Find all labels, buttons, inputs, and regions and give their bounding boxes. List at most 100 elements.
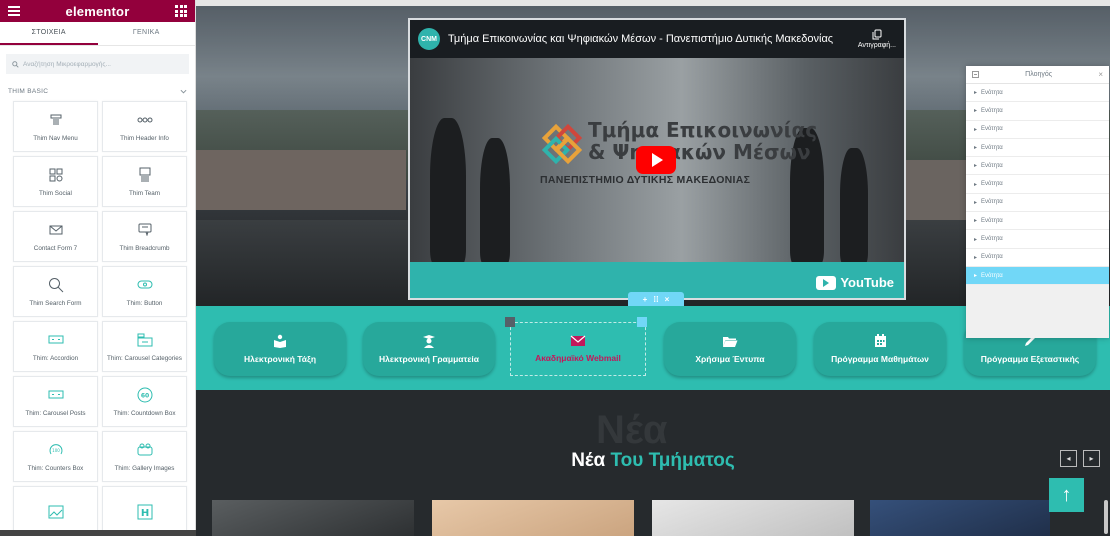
accordion-icon <box>48 332 64 348</box>
expand-arrow-icon[interactable]: ▸ <box>974 199 977 206</box>
channel-avatar[interactable]: CNM <box>418 28 440 50</box>
drag-section-icon[interactable]: ⁞⁞ <box>653 295 658 304</box>
prev-arrow-icon[interactable]: ◂ <box>1060 450 1077 467</box>
video-thumbnail[interactable]: Τμήμα Επικοινωνίας & Ψηφιακών Μέσων ΠΑΝΕ… <box>410 58 904 264</box>
widget-label: Thim: Accordion <box>32 354 79 362</box>
collapse-all-icon[interactable] <box>972 71 979 78</box>
expand-arrow-icon[interactable]: ▸ <box>974 126 977 133</box>
scrollbar[interactable] <box>1103 0 1110 536</box>
quicklink-e-secretariat[interactable]: Ηλεκτρονική Γραμματεία <box>363 322 495 376</box>
widget-label: Thim Team <box>128 189 161 197</box>
play-button-icon[interactable] <box>636 146 676 174</box>
navigator-item[interactable]: ▸ Ενότητα <box>966 120 1109 139</box>
news-title: Νέα Του Τμήματος <box>196 450 1110 472</box>
back-to-top-button[interactable]: ↑ <box>1049 478 1084 512</box>
tab-global[interactable]: ΓΕΝΙΚΑ <box>98 22 196 45</box>
widget-thim-header-info[interactable]: Thim Header Info <box>102 101 187 152</box>
video-header: CNM Τμήμα Επικοινωνίας και Ψηφιακών Μέσω… <box>410 20 904 58</box>
elementor-panel: elementor ΣΤΟΙΧΕΙΑ ΓΕΝΙΚΑ Αναζήτηση Μικρ… <box>0 0 196 536</box>
image-icon <box>48 504 64 520</box>
navigator-item[interactable]: ▸ Ενότητα <box>966 193 1109 213</box>
navigator-item[interactable]: ▸ Ενότητα <box>966 84 1109 103</box>
navigator-item[interactable]: ▸ Ενότητα <box>966 212 1109 231</box>
quicklink-course-schedule[interactable]: Πρόγραμμα Μαθημάτων <box>814 322 946 376</box>
expand-arrow-icon[interactable]: ▸ <box>974 89 977 96</box>
widget-thim-countdown-box[interactable]: 60 Thim: Countdown Box <box>102 376 187 427</box>
expand-arrow-icon[interactable]: ▸ <box>974 144 977 151</box>
youtube-icon <box>816 275 837 290</box>
widget-thim-carousel-categories[interactable]: Thim: Carousel Categories <box>102 321 187 372</box>
news-thumbnail[interactable] <box>870 500 1050 536</box>
widget-partial-1[interactable] <box>13 486 98 536</box>
copy-icon <box>872 29 882 40</box>
widget-thim-breadcrumb[interactable]: Thim Breadcrumb <box>102 211 187 262</box>
news-section: Νέα Νέα Του Τμήματος ◂ ▸ <box>196 390 1110 536</box>
tab-elements[interactable]: ΣΤΟΙΧΕΙΑ <box>0 22 98 45</box>
expand-arrow-icon[interactable]: ▸ <box>974 236 977 243</box>
widget-thim-team[interactable]: Thim Team <box>102 156 187 207</box>
expand-arrow-icon[interactable]: ▸ <box>974 217 977 224</box>
calendar-icon <box>874 334 886 347</box>
youtube-watermark[interactable]: YouTube <box>816 275 894 290</box>
navigator-item[interactable]: ▸ Ενότητα <box>966 230 1109 249</box>
news-thumbnail[interactable] <box>212 500 414 536</box>
widget-contact-form-7[interactable]: Contact Form 7 <box>13 211 98 262</box>
expand-arrow-icon[interactable]: ▸ <box>974 254 977 261</box>
section-handle[interactable]: + ⁞⁞ × <box>628 292 684 306</box>
panel-footer <box>0 530 196 536</box>
countdown-icon: 60 <box>137 387 153 403</box>
quicklink-useful-forms[interactable]: Χρήσιμα Έντυπα <box>664 322 796 376</box>
widget-label: Thim: Countdown Box <box>113 409 176 417</box>
widget-thim-counters-box[interactable]: 100 Thim: Counters Box <box>13 431 98 482</box>
widget-thim-gallery-images[interactable]: Thim: Gallery Images <box>102 431 187 482</box>
navigator-item-label: Ενότητα <box>981 107 1003 114</box>
widget-edit-icon[interactable] <box>637 317 647 327</box>
widget-label: Thim Search Form <box>29 299 82 307</box>
add-section-icon[interactable]: + <box>643 295 648 304</box>
navigator-item[interactable]: ▸ Ενότητα <box>966 175 1109 194</box>
expand-arrow-icon[interactable]: ▸ <box>974 272 977 279</box>
widget-search-input[interactable]: Αναζήτηση Μικροεφαρμογής... <box>6 54 189 74</box>
navigator-item-selected[interactable]: ▸ Ενότητα <box>966 266 1109 286</box>
copy-link-button[interactable]: Αντιγραφή... <box>858 29 896 49</box>
navigator-title: Πλοηγός <box>1025 71 1053 78</box>
widget-thim-social[interactable]: Thim Social <box>13 156 98 207</box>
widget-thim-nav-menu[interactable]: Thim Nav Menu <box>13 101 98 152</box>
silhouette <box>430 118 466 264</box>
news-thumbnail[interactable] <box>652 500 854 536</box>
scrollbar-thumb[interactable] <box>1104 500 1108 534</box>
widget-thim-search-form[interactable]: Thim Search Form <box>13 266 98 317</box>
widget-thim-accordion[interactable]: Thim: Accordion <box>13 321 98 372</box>
navigator-header: Πλοηγός × <box>966 66 1109 84</box>
quicklink-webmail[interactable]: Ακαδημαϊκό Webmail <box>505 317 647 376</box>
team-icon <box>139 167 151 183</box>
navigator-item[interactable]: ▸ Ενότητα <box>966 138 1109 158</box>
navigator-item[interactable]: ▸ Ενότητα <box>966 157 1109 176</box>
apps-grid-icon[interactable] <box>175 5 187 17</box>
navigator-item-label: Ενότητα <box>981 236 1003 243</box>
expand-arrow-icon[interactable]: ▸ <box>974 107 977 114</box>
expand-arrow-icon[interactable]: ▸ <box>974 181 977 188</box>
category-header[interactable]: THIM BASIC <box>0 82 195 101</box>
hamburger-menu-icon[interactable] <box>8 6 20 16</box>
widget-thim-carousel-posts[interactable]: Thim: Carousel Posts <box>13 376 98 427</box>
delete-section-icon[interactable]: × <box>665 295 670 304</box>
expand-arrow-icon[interactable]: ▸ <box>974 162 977 169</box>
button-icon <box>137 277 153 293</box>
column-edit-icon[interactable] <box>505 317 515 327</box>
next-arrow-icon[interactable]: ▸ <box>1083 450 1100 467</box>
youtube-embed[interactable]: Τμήμα Επικοινωνίας & Ψηφιακών Μέσων ΠΑΝΕ… <box>408 18 906 300</box>
logo-line-2: & Ψηφιακών Μέσων <box>588 140 811 164</box>
copy-label: Αντιγραφή... <box>857 42 896 49</box>
navigator-item[interactable]: ▸ Ενότητα <box>966 102 1109 121</box>
video-title[interactable]: Τμήμα Επικοινωνίας και Ψηφιακών Μέσων - … <box>448 33 850 45</box>
news-thumbnail[interactable] <box>432 500 634 536</box>
news-title-part-2: Του Τμήματος <box>610 450 735 471</box>
quicklink-e-class[interactable]: Ηλεκτρονική Τάξη <box>214 322 346 376</box>
widget-partial-2[interactable]: H <box>102 486 187 536</box>
breadcrumb-icon <box>138 222 152 238</box>
navigator-item[interactable]: ▸ Ενότητα <box>966 248 1109 267</box>
widget-label: Thim Nav Menu <box>33 134 78 142</box>
nav-menu-icon <box>49 112 63 128</box>
widget-thim-button[interactable]: Thim: Button <box>102 266 187 317</box>
